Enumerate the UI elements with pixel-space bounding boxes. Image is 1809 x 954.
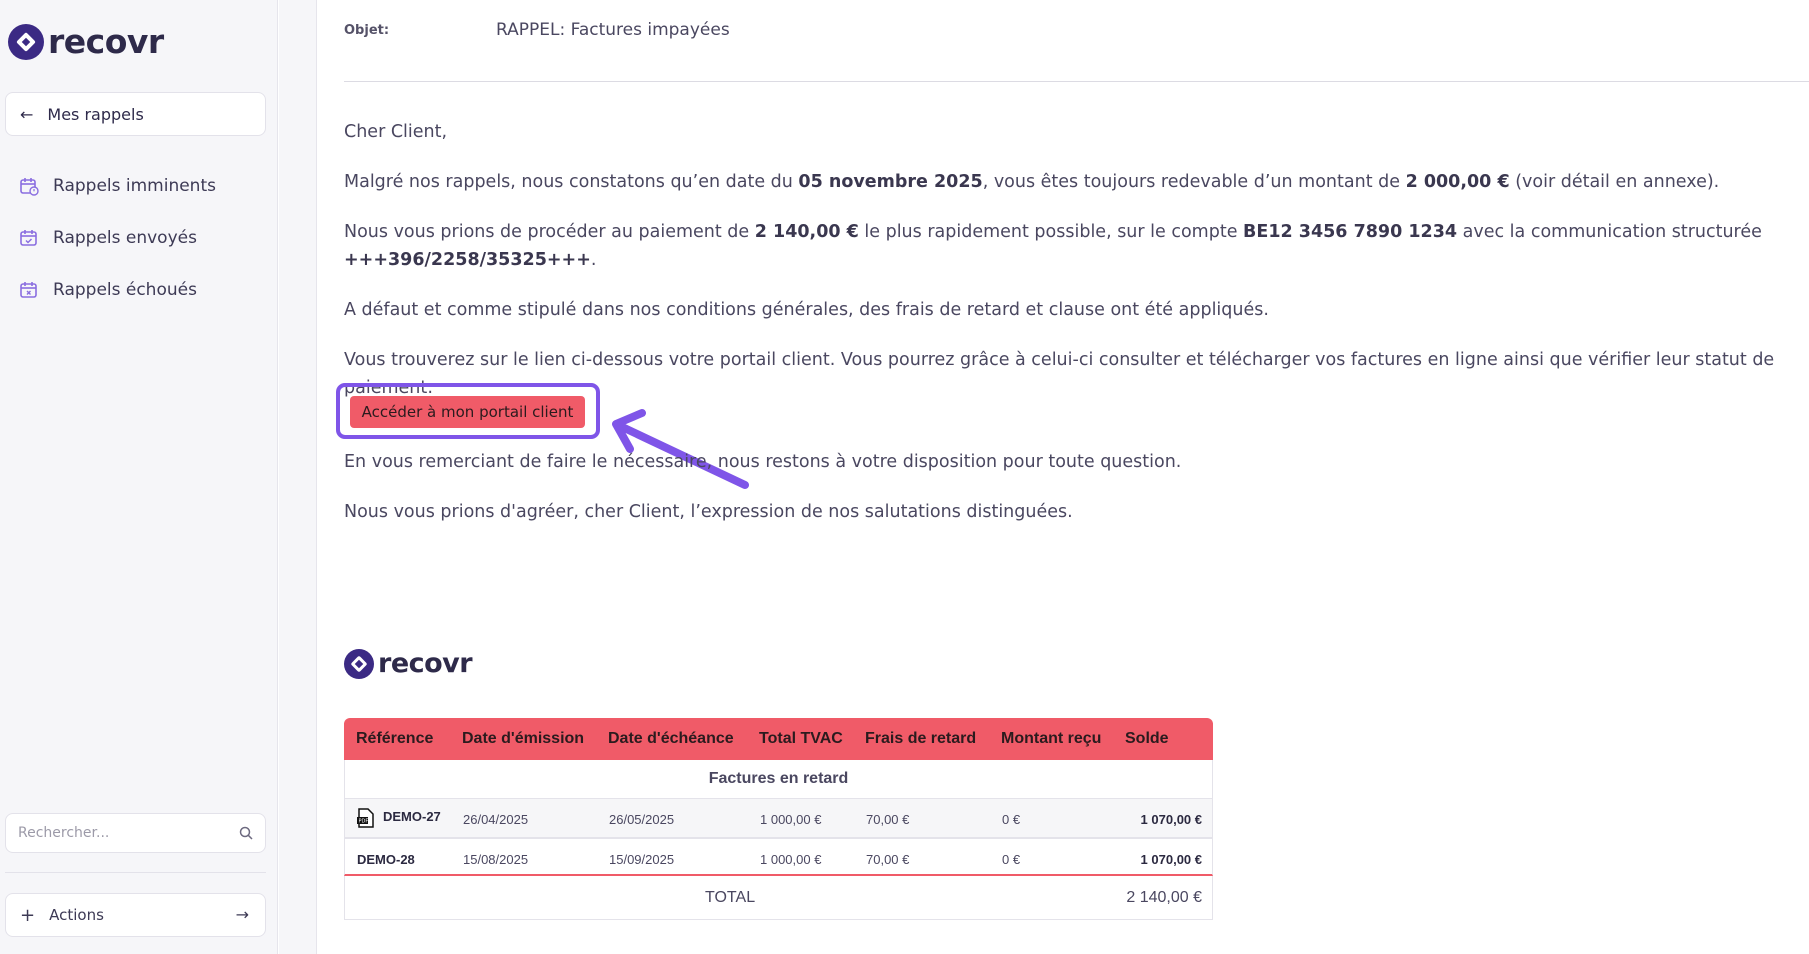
- emission-date: 15/08/2025: [463, 852, 529, 867]
- search-box: [5, 813, 266, 853]
- actions-label: Actions: [49, 906, 104, 924]
- due-date: 15/09/2025: [609, 852, 675, 867]
- actions-button[interactable]: + Actions →: [5, 893, 266, 937]
- logo-mark-icon: [344, 648, 374, 679]
- invoice-table: Référence Date d'émission Date d'échéanc…: [344, 718, 1213, 920]
- late-fees: 70,00 €: [866, 852, 910, 867]
- logo-mark-icon: [8, 23, 44, 60]
- search-icon[interactable]: [239, 826, 253, 840]
- column-header: Solde: [1125, 730, 1169, 747]
- column-header: Date d'échéance: [608, 730, 734, 747]
- sidebar-item-sent[interactable]: Rappels envoyés: [0, 212, 278, 264]
- email-body: Cher Client, Malgré nos rappels, nous co…: [344, 118, 1809, 424]
- emission-date: 26/04/2025: [463, 812, 529, 827]
- late-fees: 70,00 €: [866, 812, 910, 827]
- arrow-left-icon: ←: [20, 104, 34, 124]
- owed-amount: 2 000,00 €: [1405, 172, 1510, 192]
- sidebar-item-label: Rappels imminents: [53, 176, 216, 196]
- logo-text: recovr: [48, 22, 164, 61]
- back-button-label: Mes rappels: [47, 104, 144, 124]
- paragraph-1: Malgré nos rappels, nous constatons qu’e…: [344, 172, 1720, 192]
- greeting: Cher Client,: [344, 122, 448, 142]
- sidebar-item-label: Rappels échoués: [53, 280, 197, 300]
- sidebar-item-failed[interactable]: Rappels échoués: [0, 264, 278, 316]
- column-header: Montant reçu: [1001, 730, 1102, 747]
- subject-value: RAPPEL: Factures impayées: [496, 20, 730, 40]
- sidebar-item-label: Rappels envoyés: [53, 228, 197, 248]
- panel-gutter: [279, 0, 317, 954]
- balance: 1 070,00 €: [1140, 812, 1202, 827]
- reference-date: 05 novembre 2025: [798, 172, 983, 192]
- client-portal-button[interactable]: Accéder à mon portail client: [350, 396, 585, 428]
- invoice-reference[interactable]: DEMO-27: [383, 809, 441, 824]
- invoice-reference[interactable]: DEMO-28: [357, 852, 415, 867]
- sidebar-item-upcoming[interactable]: Rappels imminents: [0, 160, 278, 212]
- due-date: 26/05/2025: [609, 812, 675, 827]
- section-title: Factures en retard: [344, 760, 1213, 798]
- total-row: TOTAL 2 140,00 €: [344, 876, 1213, 920]
- total-tvac: 1 000,00 €: [760, 812, 822, 827]
- plus-icon: +: [20, 904, 36, 926]
- subject-row: Objet: RAPPEL: Factures impayées: [344, 20, 730, 40]
- table-row: PDF DEMO-27 26/04/2025 26/05/2025 1 000,…: [344, 798, 1213, 838]
- column-header: Date d'émission: [462, 730, 585, 747]
- email-logo: recovr: [344, 648, 473, 679]
- column-header: Total TVAC: [759, 730, 843, 747]
- amount-received: 0 €: [1002, 812, 1021, 827]
- total-value: 2 140,00 €: [1126, 889, 1202, 906]
- email-body-closing: En vous remerciant de faire le nécessair…: [344, 448, 1644, 548]
- arrow-right-icon: →: [235, 905, 249, 924]
- paragraph-2: Nous vous prions de procéder au paiement…: [344, 222, 1762, 270]
- paragraph-3: A défaut et comme stipulé dans nos condi…: [344, 300, 1269, 320]
- calendar-clock-icon: [20, 178, 39, 196]
- sidebar-nav: Rappels imminents Rappels envoyés Rappel…: [0, 160, 278, 316]
- sidebar: recovr ← Mes rappels Rappels imminents R…: [0, 0, 278, 954]
- bank-account: BE12 3456 7890 1234: [1243, 222, 1458, 242]
- calendar-x-icon: [20, 282, 37, 298]
- balance: 1 070,00 €: [1140, 852, 1202, 867]
- payment-amount: 2 140,00 €: [754, 222, 859, 242]
- back-to-reminders-button[interactable]: ← Mes rappels: [5, 92, 266, 136]
- sidebar-divider: [5, 872, 266, 873]
- subject-divider: [344, 81, 1809, 82]
- column-header: Référence: [356, 730, 434, 747]
- paragraph-6: Nous vous prions d'agréer, cher Client, …: [344, 502, 1073, 522]
- table-row: DEMO-28 15/08/2025 15/09/2025 1 000,00 €…: [344, 838, 1213, 876]
- logo-text: recovr: [378, 648, 473, 679]
- pdf-file-icon[interactable]: PDF: [357, 808, 375, 828]
- calendar-check-icon: [20, 230, 37, 246]
- total-tvac: 1 000,00 €: [760, 852, 822, 867]
- search-input[interactable]: [18, 825, 228, 841]
- total-label: TOTAL: [705, 889, 756, 906]
- subject-label: Objet:: [344, 22, 390, 38]
- structured-communication: +++396/2258/35325+++: [344, 250, 591, 270]
- app-logo[interactable]: recovr: [8, 22, 164, 61]
- amount-received: 0 €: [1002, 852, 1021, 867]
- paragraph-5: En vous remerciant de faire le nécessair…: [344, 452, 1182, 472]
- table-header: Référence Date d'émission Date d'échéanc…: [344, 718, 1213, 760]
- column-header: Frais de retard: [865, 730, 977, 747]
- svg-text:PDF: PDF: [359, 819, 369, 825]
